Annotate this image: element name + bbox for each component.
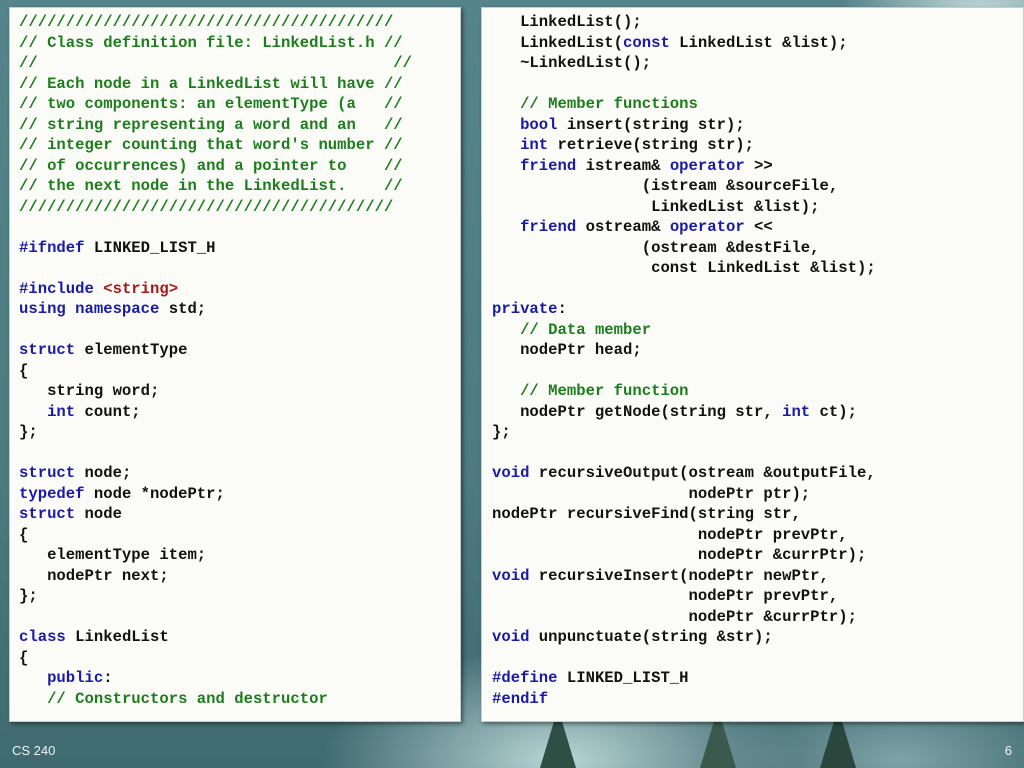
code-text: nodePtr recursiveFind(string str, xyxy=(492,505,801,523)
code-text: nodePtr &currPtr); xyxy=(492,546,867,564)
keyword: class xyxy=(19,628,66,646)
code-text: nodePtr ptr); xyxy=(492,484,811,503)
keyword: void xyxy=(492,464,530,482)
keyword: struct xyxy=(19,464,76,482)
code-text: istream& xyxy=(576,156,670,175)
code-panel-right: LinkedList(); LinkedList(const LinkedLis… xyxy=(481,7,1024,722)
code-text: (ostream &destFile, xyxy=(492,238,820,257)
code-block-left: ////////////////////////////////////////… xyxy=(19,12,412,709)
code-text: nodePtr head; xyxy=(492,341,642,359)
code-panel-left: ////////////////////////////////////////… xyxy=(9,7,461,722)
code-text: }; xyxy=(19,587,38,605)
code-text: >> xyxy=(744,156,773,175)
code-text: LinkedList &list); xyxy=(697,259,876,277)
keyword: #define xyxy=(492,669,558,687)
keyword: friend xyxy=(520,218,577,236)
code-text: nodePtr prevPtr, xyxy=(492,587,839,605)
code-text: node xyxy=(75,505,122,523)
comment-line: // // xyxy=(19,54,413,72)
keyword: public xyxy=(47,669,104,687)
keyword: struct xyxy=(19,505,76,523)
keyword: void xyxy=(492,566,530,585)
comment: // Member functions xyxy=(520,95,698,113)
keyword: #include xyxy=(19,279,94,298)
keyword: struct xyxy=(19,341,76,359)
code-text: : xyxy=(103,669,113,687)
code-text: { xyxy=(19,648,29,667)
code-text: ~LinkedList(); xyxy=(492,54,652,72)
keyword: const xyxy=(623,33,670,52)
code-text: ct); xyxy=(810,402,857,421)
code-text: retrieve(string str); xyxy=(548,136,755,154)
code-text: << xyxy=(744,218,773,236)
code-text: LinkedList xyxy=(65,628,169,646)
comment-line: // Each node in a LinkedList will have /… xyxy=(19,74,403,93)
code-text: node; xyxy=(75,464,132,482)
code-text: LinkedList &list); xyxy=(669,33,848,52)
keyword: typedef xyxy=(19,484,85,503)
code-text: }; xyxy=(19,423,38,441)
code-text: count; xyxy=(75,402,141,421)
keyword: int xyxy=(47,402,76,421)
comment: // Member function xyxy=(520,382,689,400)
course-label: CS 240 xyxy=(12,743,56,758)
code-text: nodePtr &currPtr); xyxy=(492,607,857,626)
code-text: node *nodePtr; xyxy=(84,484,225,503)
comment-line: // of occurrences) and a pointer to // xyxy=(19,156,403,175)
comment-line: //////////////////////////////////////// xyxy=(19,197,394,216)
code-text: insert(string str); xyxy=(557,115,745,134)
code-text: const xyxy=(651,259,698,277)
code-text: nodePtr prevPtr, xyxy=(492,525,848,544)
code-text: ostream& xyxy=(576,218,670,236)
keyword: int xyxy=(520,136,549,154)
code-text: LINKED_LIST_H xyxy=(557,669,689,687)
comment-line: // the next node in the LinkedList. // xyxy=(19,177,403,195)
code-text: string word; xyxy=(19,382,160,400)
keyword: operator xyxy=(669,218,745,236)
comment: // Data member xyxy=(520,320,652,339)
code-text: recursiveOutput(ostream &outputFile, xyxy=(529,464,876,482)
slide-number: 6 xyxy=(1004,743,1012,758)
keyword: bool xyxy=(520,115,558,134)
keyword: private xyxy=(492,300,558,318)
keyword: #endif xyxy=(492,689,549,708)
code-text: elementType xyxy=(75,341,188,359)
keyword: #ifndef xyxy=(19,238,85,257)
code-text: nodePtr next; xyxy=(19,566,169,585)
code-text: }; xyxy=(492,423,511,441)
code-text: LINKED_LIST_H xyxy=(84,238,216,257)
keyword: using namespace xyxy=(19,300,160,318)
comment-line: // Class definition file: LinkedList.h /… xyxy=(19,33,403,52)
comment: // Constructors and destructor xyxy=(47,689,328,708)
code-text: { xyxy=(19,361,29,380)
code-text: (istream &sourceFile, xyxy=(492,177,839,195)
code-text: LinkedList( xyxy=(492,33,624,52)
code-block-right: LinkedList(); LinkedList(const LinkedLis… xyxy=(492,12,876,709)
keyword: operator xyxy=(669,156,745,175)
code-text: nodePtr getNode(string str, xyxy=(492,402,783,421)
code-text: elementType item; xyxy=(19,546,207,564)
string-literal: <string> xyxy=(103,279,179,298)
comment-line: //////////////////////////////////////// xyxy=(19,13,394,31)
comment-line: // string representing a word and an // xyxy=(19,115,403,134)
comment-line: // integer counting that word's number /… xyxy=(19,136,403,154)
code-text: : xyxy=(557,300,567,318)
keyword: int xyxy=(782,402,811,421)
keyword: void xyxy=(492,628,530,646)
comment-line: // two components: an elementType (a // xyxy=(19,95,403,113)
code-text: std; xyxy=(159,300,207,318)
code-text: LinkedList &list); xyxy=(492,197,820,216)
code-text: { xyxy=(19,525,29,544)
code-text: LinkedList(); xyxy=(492,13,642,31)
code-text: recursiveInsert(nodePtr newPtr, xyxy=(529,566,829,585)
keyword: friend xyxy=(520,156,577,175)
code-text: unpunctuate(string &str); xyxy=(529,628,773,646)
